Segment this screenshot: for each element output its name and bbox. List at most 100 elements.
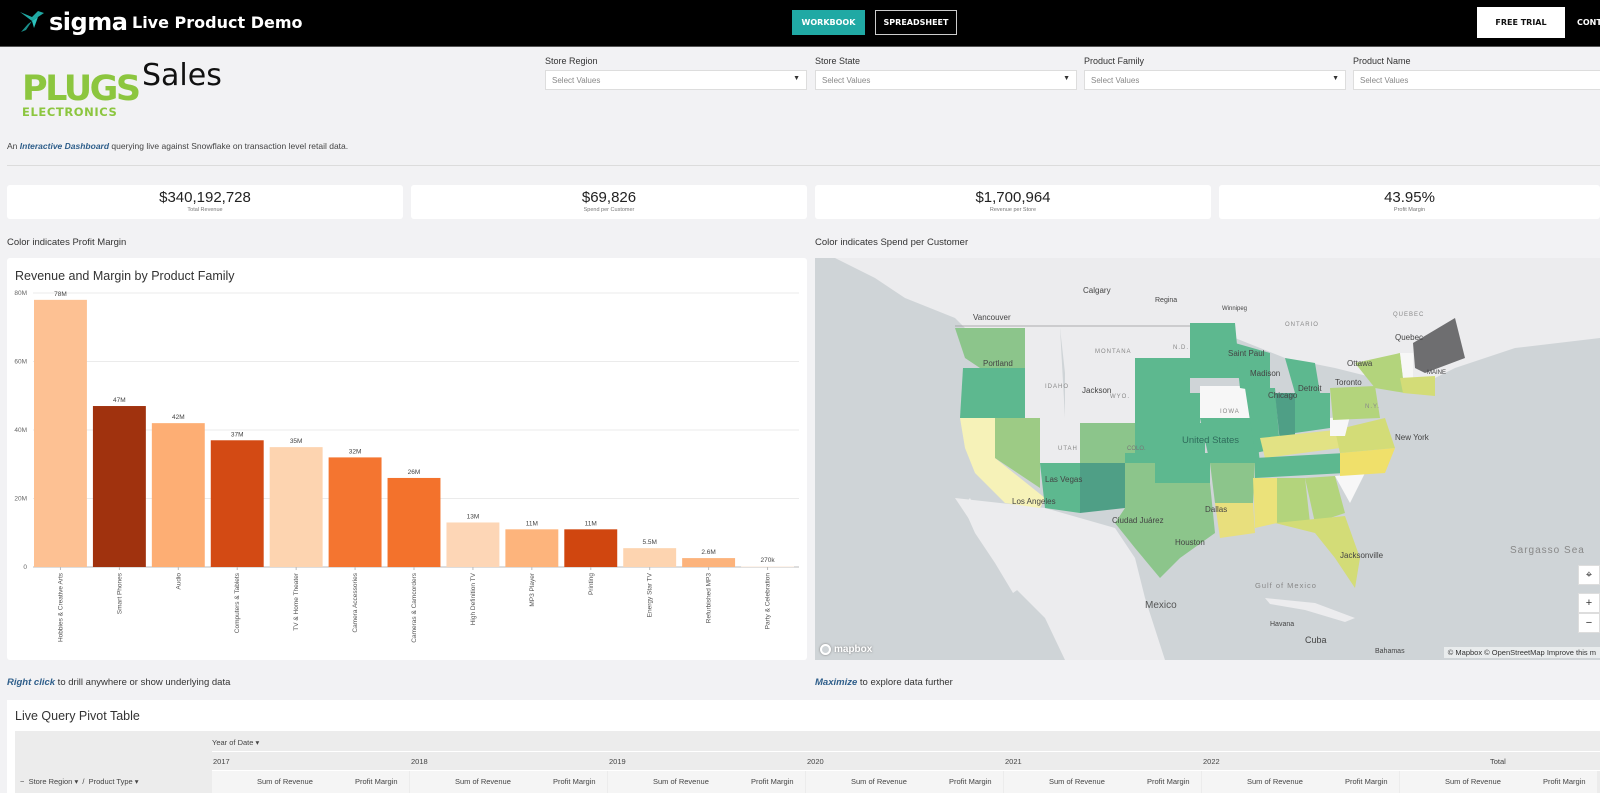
logo-line1: PLUGS	[22, 69, 141, 109]
select-placeholder: Select Values	[822, 76, 871, 85]
y-tick-label: 0	[23, 564, 27, 571]
intro-prefix: An	[7, 141, 20, 151]
year-header[interactable]: 2021	[1005, 757, 1022, 766]
year-header[interactable]: 2019	[609, 757, 626, 766]
row-field-product-type[interactable]: Product Type	[89, 777, 133, 786]
bar-data-label: 13M	[467, 513, 480, 520]
year-header[interactable]: 2020	[807, 757, 824, 766]
kpi-label: Spend per Customer	[583, 207, 635, 213]
x-tick-label: Refurbished MP3	[706, 573, 713, 624]
spend-map[interactable]: Calgary Regina Winnipeg Vancouver Portland MO…	[815, 258, 1600, 660]
select-placeholder: Select Values	[1360, 76, 1409, 85]
pivot-table-card[interactable]: Live Query Pivot Table Year of Date ▾ − …	[7, 700, 1600, 793]
bar[interactable]	[387, 477, 441, 567]
kpi-revenue-per-store[interactable]: $1,700,964 Revenue per Store	[815, 185, 1211, 219]
chart-title: Revenue and Margin by Product Family	[15, 269, 235, 283]
collapse-icon[interactable]: −	[20, 777, 24, 786]
measure-header[interactable]: Sum of Revenue	[851, 777, 907, 786]
mapbox-logo[interactable]: mapbox	[820, 644, 872, 655]
map-label: Bahamas	[1375, 648, 1405, 655]
kpi-label: Revenue per Store	[989, 207, 1037, 213]
map-label: Gulf of Mexico	[1255, 581, 1317, 590]
zoom-out-button[interactable]: −	[1578, 613, 1600, 633]
x-tick-label: Cameras & Camcorders	[411, 572, 418, 642]
spreadsheet-button[interactable]: SPREADSHEET	[875, 10, 957, 35]
maximize-hint: Maximize to explore data further	[815, 677, 953, 688]
bar[interactable]	[741, 566, 794, 568]
note-spend-per-customer: Color indicates Spend per Customer	[815, 237, 969, 248]
column-group-label: Year of Date	[212, 738, 254, 747]
maximize-text: to explore data further	[857, 677, 953, 688]
year-header[interactable]: 2022	[1203, 757, 1220, 766]
row-fields-header[interactable]: − Store Region ▾ / Product Type ▾	[20, 777, 139, 786]
bar[interactable]	[623, 548, 677, 567]
measure-header[interactable]: Profit Margin	[949, 777, 992, 786]
zoom-in-button[interactable]: +	[1578, 593, 1600, 613]
map-label: Ottawa	[1347, 359, 1373, 368]
geolocate-button[interactable]: ⌖	[1578, 565, 1600, 585]
choropleth-map[interactable]: Calgary Regina Winnipeg Vancouver Portland MO…	[815, 258, 1600, 660]
filter-store-state: Store State Select Values ▼	[815, 56, 1077, 90]
caret-down-icon: ▾	[134, 777, 139, 786]
state-nebr	[1135, 393, 1200, 423]
state-pa	[1330, 386, 1380, 420]
bar[interactable]	[446, 522, 500, 567]
contact-link[interactable]: CONTA	[1577, 18, 1600, 27]
product-name-select[interactable]: Select Values▼	[1353, 70, 1600, 90]
measure-header[interactable]: Sum of Revenue	[653, 777, 709, 786]
kpi-value: $1,700,964	[975, 189, 1051, 206]
bar[interactable]	[269, 447, 323, 567]
kpi-profit-margin[interactable]: 43.95% Profit Margin	[1219, 185, 1600, 219]
kpi-total-revenue[interactable]: $340,192,728 Total Revenue	[7, 185, 403, 219]
bar[interactable]	[564, 529, 618, 567]
year-header[interactable]: 2017	[213, 757, 230, 766]
measure-header[interactable]: Sum of Revenue	[1445, 777, 1501, 786]
free-trial-button[interactable]: FREE TRIAL	[1477, 7, 1565, 38]
filter-product-name: Product Name Select Values▼	[1353, 56, 1600, 90]
bar-data-label: 26M	[408, 469, 421, 476]
page-title: Sales	[142, 58, 222, 93]
measure-header[interactable]: Sum of Revenue	[455, 777, 511, 786]
measure-header[interactable]: Sum of Revenue	[257, 777, 313, 786]
map-label: Jackson	[1082, 386, 1111, 395]
measure-header[interactable]: Profit Margin	[1147, 777, 1190, 786]
measure-header[interactable]: Profit Margin	[1345, 777, 1388, 786]
drill-text: to drill anywhere or show underlying dat…	[55, 677, 231, 688]
store-region-select[interactable]: Select Values ▼	[545, 70, 807, 90]
intro-text: An Interactive Dashboard querying live a…	[7, 141, 348, 151]
measure-header[interactable]: Profit Margin	[1543, 777, 1586, 786]
top-nav-bar: sigma Live Product Demo WORKBOOK SPREADS…	[0, 0, 1600, 47]
x-tick-label: Smart Phones	[116, 572, 123, 614]
measure-header[interactable]: Sum of Revenue	[1247, 777, 1303, 786]
measure-header[interactable]: Profit Margin	[751, 777, 794, 786]
year-header[interactable]: 2018	[411, 757, 428, 766]
map-label: Vancouver	[973, 313, 1011, 322]
bar[interactable]	[92, 406, 146, 567]
measure-header[interactable]: Profit Margin	[553, 777, 596, 786]
store-state-select[interactable]: Select Values ▼	[815, 70, 1077, 90]
state-mass	[1400, 376, 1435, 396]
kpi-label: Total Revenue	[187, 207, 223, 213]
measure-header[interactable]: Profit Margin	[355, 777, 398, 786]
kpi-value: $69,826	[581, 189, 637, 206]
column-group-header[interactable]: Year of Date ▾	[212, 738, 259, 747]
kpi-spend-per-customer[interactable]: $69,826 Spend per Customer	[411, 185, 807, 219]
map-attribution[interactable]: © Mapbox © OpenStreetMap Improve this m	[1443, 647, 1600, 658]
bar[interactable]	[682, 558, 736, 567]
bar[interactable]	[210, 440, 264, 567]
bar[interactable]	[34, 299, 87, 567]
mapbox-brand: mapbox	[834, 644, 873, 655]
row-field-store-region[interactable]: Store Region	[29, 777, 73, 786]
bar[interactable]	[505, 529, 559, 567]
measure-header[interactable]: Sum of Revenue	[1049, 777, 1105, 786]
bar[interactable]	[328, 457, 382, 567]
bar-data-label: 11M	[585, 520, 597, 527]
revenue-margin-chart[interactable]: 0 20M 40M 60M 80M 78M Hobbies & Creative Arts 4…	[7, 258, 807, 660]
bar[interactable]	[151, 423, 205, 567]
workbook-button[interactable]: WORKBOOK	[792, 10, 865, 35]
sigma-logo[interactable]: sigma	[18, 8, 128, 36]
product-family-select[interactable]: Select Values ▼	[1084, 70, 1346, 90]
caret-down-icon: ▾	[74, 777, 79, 786]
map-label: COLO.	[1127, 446, 1146, 452]
year-header[interactable]: Total	[1490, 757, 1506, 766]
